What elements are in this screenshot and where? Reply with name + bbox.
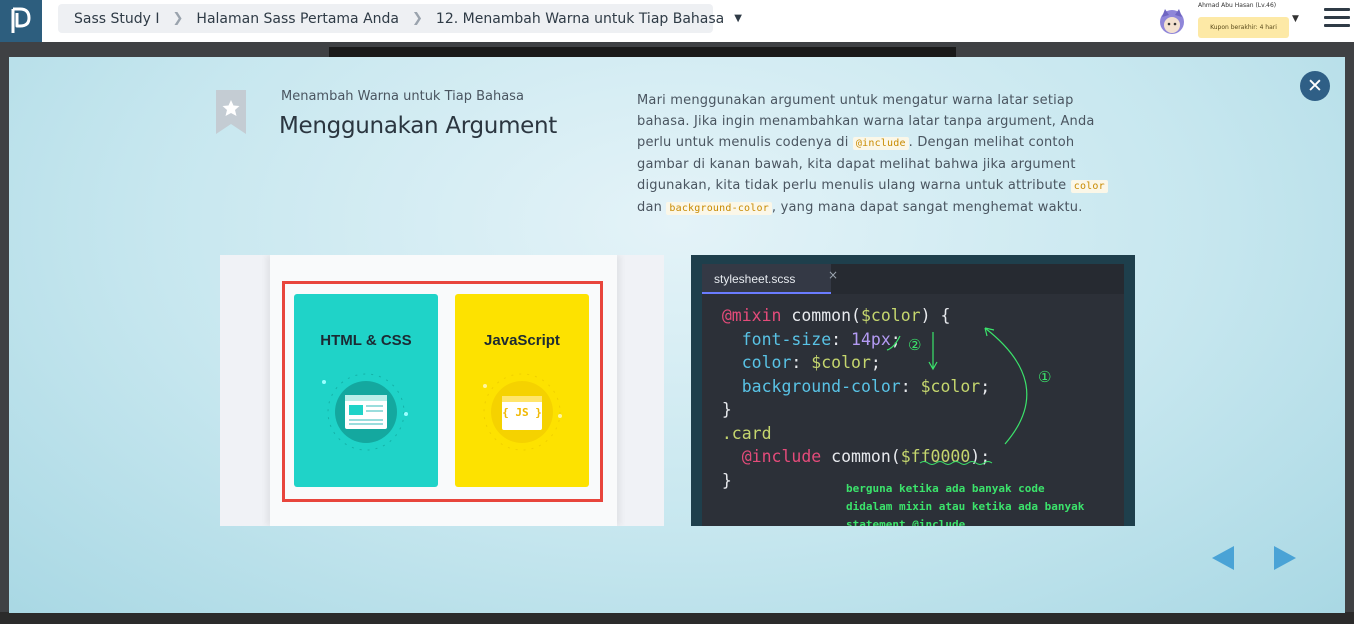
- slide-title: Menggunakan Argument: [279, 113, 558, 139]
- chevron-down-icon[interactable]: ▼: [734, 13, 742, 24]
- progate-logo-icon: [11, 7, 31, 33]
- user-name: Ahmad Abu Hasan (Lv.46): [1198, 2, 1277, 9]
- js-badge: { JS }: [502, 406, 542, 419]
- slide-subtitle: Menambah Warna untuk Tiap Bahasa: [281, 89, 524, 104]
- code-include: @include: [852, 137, 909, 150]
- card-javascript: JavaScript { JS }: [455, 294, 589, 487]
- chevron-right-icon: ❯: [172, 11, 184, 26]
- annotation-number-1: ①: [1038, 368, 1052, 386]
- avatar[interactable]: [1157, 6, 1187, 36]
- bookmark-icon[interactable]: [215, 90, 247, 134]
- preview-image: HTML & CSS JavaScript {JS}: [220, 255, 664, 526]
- slide-description: Mari menggunakan argument untuk mengatur…: [637, 90, 1117, 219]
- background-video-strip: [329, 47, 956, 57]
- browser-icon: [322, 373, 408, 451]
- breadcrumb: Sass Study I ❯ Halaman Sass Pertama Anda…: [58, 4, 742, 33]
- breadcrumb-course[interactable]: Sass Study I: [74, 11, 160, 27]
- background-bottom-strip: [0, 612, 1354, 624]
- breadcrumb-lesson[interactable]: 12. Menambah Warna untuk Tiap Bahasa: [436, 11, 724, 27]
- slide-modal: ✕ Menambah Warna untuk Tiap Bahasa Mengg…: [9, 57, 1345, 613]
- chevron-down-icon[interactable]: ▼: [1292, 14, 1299, 24]
- code-example-image: stylesheet.scss × @mixin common($color) …: [691, 255, 1135, 526]
- desc-text: dan: [637, 200, 667, 215]
- code-background-color: background-color: [666, 202, 772, 215]
- card-html-css: HTML & CSS: [294, 294, 438, 487]
- chevron-right-icon: ❯: [412, 11, 423, 26]
- logo[interactable]: [0, 0, 42, 42]
- annotation-note: berguna ketika ada banyak code didalam m…: [846, 482, 1085, 526]
- hamburger-menu-icon[interactable]: [1324, 8, 1350, 32]
- js-file-icon: [483, 373, 562, 451]
- next-slide-button[interactable]: [1274, 546, 1296, 570]
- code-editor: stylesheet.scss × @mixin common($color) …: [702, 264, 1124, 526]
- code-color: color: [1070, 180, 1108, 193]
- desc-text: , yang mana dapat sangat menghemat waktu…: [771, 200, 1083, 215]
- user-menu[interactable]: Ahmad Abu Hasan (Lv.46) Kupon berakhir: …: [1155, 0, 1305, 42]
- close-icon[interactable]: ✕: [1300, 71, 1330, 101]
- coupon-badge: Kupon berakhir: 4 hari: [1198, 17, 1289, 38]
- annotation-number-2: ②: [908, 336, 922, 354]
- top-bar: Sass Study I ❯ Halaman Sass Pertama Anda…: [0, 0, 1354, 42]
- breadcrumb-section[interactable]: Halaman Sass Pertama Anda: [196, 11, 399, 27]
- previous-slide-button[interactable]: [1212, 546, 1234, 570]
